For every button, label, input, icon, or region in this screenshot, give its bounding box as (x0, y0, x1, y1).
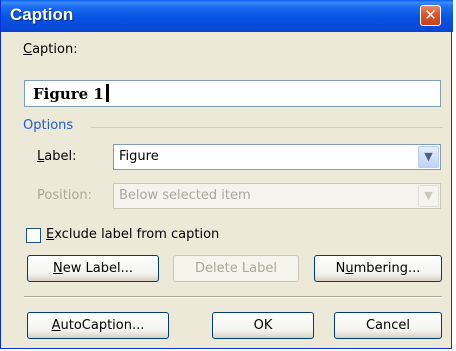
options-group-divider (91, 127, 443, 128)
new-label-button[interactable]: New Label... (27, 255, 159, 282)
exclude-label-checkbox-label[interactable]: Exclude label from caption (46, 227, 219, 242)
delete-label-button: Delete Label (173, 255, 299, 282)
caption-input[interactable]: Figure 1 (24, 80, 441, 107)
autocaption-button[interactable]: AutoCaption... (27, 312, 169, 339)
caption-field-label: Caption: (23, 42, 78, 57)
chevron-down-icon: ▼ (424, 189, 433, 202)
numbering-button[interactable]: Numbering... (314, 255, 442, 282)
position-dropdown: Below selected item ▼ (113, 183, 441, 209)
cancel-button[interactable]: Cancel (334, 312, 442, 339)
label-dropdown-button[interactable]: ▼ (418, 146, 439, 168)
close-button[interactable]: ✕ (420, 5, 441, 26)
position-field-label: Position: (37, 188, 92, 203)
text-caret (105, 84, 109, 102)
chevron-down-icon: ▼ (424, 150, 433, 163)
label-dropdown-value: Figure (119, 149, 159, 164)
position-dropdown-button: ▼ (418, 185, 439, 207)
label-dropdown[interactable]: Figure ▼ (113, 144, 441, 170)
caption-dialog: Caption ✕ Caption: Figure 1 Options Labe… (0, 0, 453, 349)
close-icon: ✕ (424, 6, 437, 24)
position-dropdown-value: Below selected item (119, 188, 251, 203)
title-bar[interactable]: Caption ✕ (1, 0, 453, 32)
window-title: Caption (10, 5, 74, 24)
ok-button[interactable]: OK (212, 312, 314, 339)
caption-input-value: Figure 1 (33, 85, 104, 103)
button-separator (24, 296, 442, 298)
label-field-label: Label: (37, 149, 77, 164)
options-group-title: Options (23, 118, 74, 133)
exclude-label-checkbox[interactable] (26, 228, 41, 243)
